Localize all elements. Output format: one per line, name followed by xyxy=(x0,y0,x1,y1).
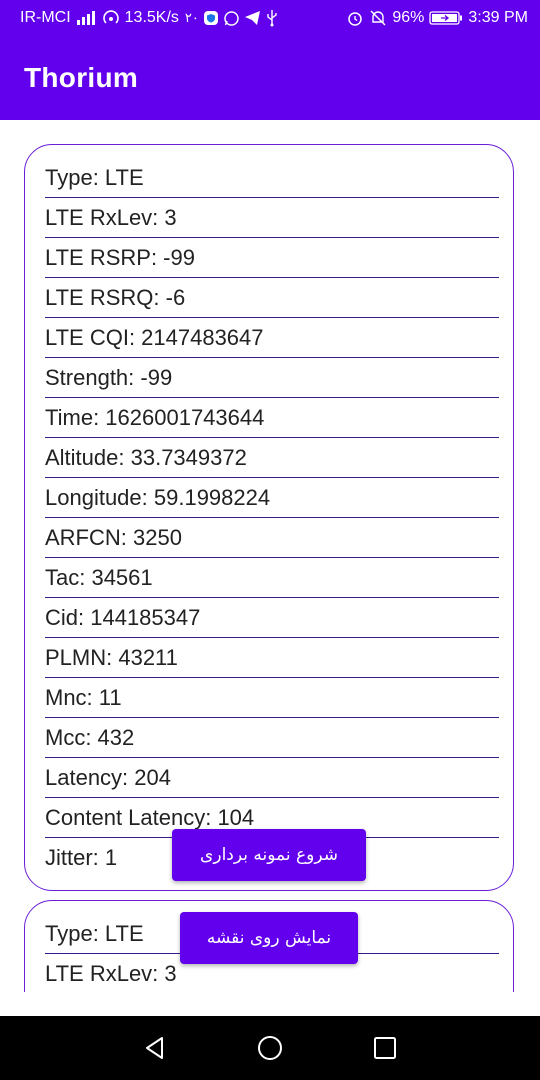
info-row-longitude: Longitude: 59.1998224 xyxy=(45,478,499,518)
carrier-name: IR-MCI xyxy=(20,9,71,26)
back-icon[interactable] xyxy=(140,1033,170,1063)
usb-icon xyxy=(265,9,279,27)
info-row-mcc: Mcc: 432 xyxy=(45,718,499,758)
info-row-lte-rsrp: LTE RSRP: -99 xyxy=(45,238,499,278)
info-row-tac: Tac: 34561 xyxy=(45,558,499,598)
info-row-strength: Strength: -99 xyxy=(45,358,499,398)
app-bar: Thorium xyxy=(0,36,540,120)
alarm-icon xyxy=(346,9,364,27)
info-row-latency: Latency: 204 xyxy=(45,758,499,798)
mute-icon xyxy=(369,9,387,27)
battery-percent: 96% xyxy=(392,9,425,26)
info-row-time: Time: 1626001743644 xyxy=(45,398,499,438)
info-row-arfcn: ARFCN: 3250 xyxy=(45,518,499,558)
hotspot-icon xyxy=(101,9,121,27)
network-speed: 13.5K/s xyxy=(124,9,179,26)
info-row-mnc: Mnc: 11 xyxy=(45,678,499,718)
measurement-card: Type: LTE LTE RxLev: 3 LTE RSRP: -99 LTE… xyxy=(24,144,514,891)
info-row-cid: Cid: 144185347 xyxy=(45,598,499,638)
info-row-altitude: Altitude: 33.7349372 xyxy=(45,438,499,478)
whatsapp-icon xyxy=(223,10,240,27)
info-row-lte-rsrq: LTE RSRQ: -6 xyxy=(45,278,499,318)
info-row-type: Type: LTE xyxy=(45,158,499,198)
signal-icon xyxy=(75,10,97,26)
start-sampling-button[interactable]: شروع نمونه برداری xyxy=(172,829,366,881)
show-on-map-button[interactable]: نمایش روی نقشه xyxy=(180,912,358,964)
navigation-bar xyxy=(0,1016,540,1080)
info-row-lte-cqi: LTE CQI: 2147483647 xyxy=(45,318,499,358)
telegram-icon xyxy=(244,10,261,26)
clock: 3:39 PM xyxy=(468,9,528,26)
info-row-lte-rxlev: LTE RxLev: 3 xyxy=(45,198,499,238)
recents-icon[interactable] xyxy=(370,1033,400,1063)
status-bar: IR-MCI 13.5K/s ۲۰ 96% 3:39 PM xyxy=(0,0,540,36)
battery-icon xyxy=(429,11,463,25)
home-icon[interactable] xyxy=(255,1033,285,1063)
info-row-plmn: PLMN: 43211 xyxy=(45,638,499,678)
app-title: Thorium xyxy=(24,62,139,93)
shield-icon xyxy=(203,10,219,26)
notification-count: ۲۰ xyxy=(184,10,199,25)
